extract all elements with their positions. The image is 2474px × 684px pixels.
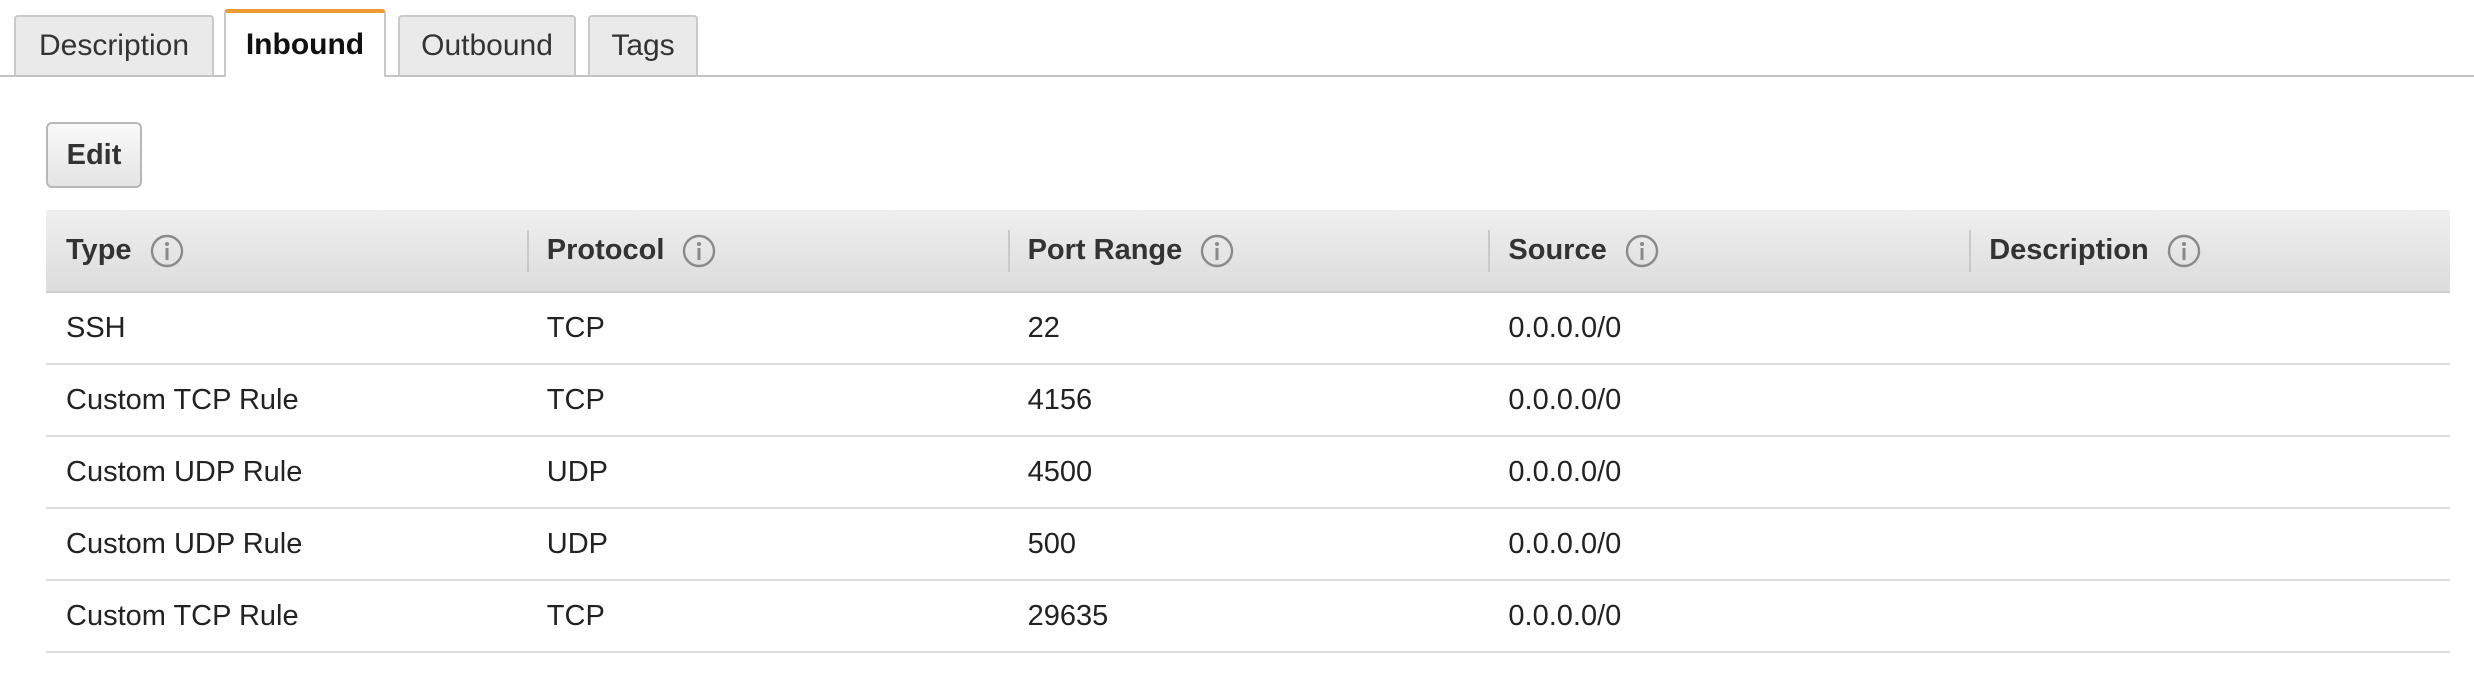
cell-description [1969, 509, 2450, 579]
table-row[interactable]: Custom TCP Rule TCP 4156 0.0.0.0/0 [46, 365, 2450, 437]
cell-port-range: 29635 [1027, 599, 1109, 632]
cell-protocol: TCP [546, 383, 605, 416]
cell-type: Custom TCP Rule [66, 383, 299, 416]
cell-port-range: 4156 [1027, 383, 1093, 416]
tab-outbound[interactable]: Outbound [398, 15, 576, 75]
table-header: Type Protocol Port Range Source Descript… [46, 210, 2450, 293]
cell-port-range: 4500 [1027, 455, 1093, 488]
column-header-source[interactable]: Source [1488, 210, 1969, 291]
cell-source: 0.0.0.0/0 [1508, 311, 1622, 344]
column-header-port-range[interactable]: Port Range [1007, 210, 1489, 291]
cell-protocol: UDP [546, 455, 609, 488]
table-row[interactable]: SSH TCP 22 0.0.0.0/0 [46, 293, 2450, 365]
cell-port-range: 22 [1027, 311, 1060, 344]
cell-protocol: UDP [546, 527, 609, 560]
column-header-label: Type [66, 234, 132, 266]
info-icon[interactable] [1625, 234, 1659, 268]
table-row[interactable]: Custom UDP Rule UDP 4500 0.0.0.0/0 [46, 437, 2450, 509]
cell-description [1969, 365, 2450, 435]
cell-type: Custom UDP Rule [66, 527, 303, 560]
tab-tags[interactable]: Tags [588, 15, 698, 75]
cell-source: 0.0.0.0/0 [1508, 455, 1622, 488]
column-header-type[interactable]: Type [46, 210, 527, 291]
column-header-label: Protocol [546, 234, 665, 266]
inbound-rules-table: Type Protocol Port Range Source Descript… [46, 210, 2450, 653]
cell-description [1969, 293, 2450, 363]
edit-button[interactable]: Edit [46, 122, 142, 188]
cell-protocol: TCP [546, 599, 605, 632]
cell-protocol: TCP [546, 311, 605, 344]
column-header-label: Port Range [1027, 234, 1183, 266]
info-icon[interactable] [1200, 234, 1234, 268]
table-row[interactable]: Custom UDP Rule UDP 500 0.0.0.0/0 [46, 509, 2450, 581]
info-icon[interactable] [682, 234, 716, 268]
cell-source: 0.0.0.0/0 [1508, 527, 1622, 560]
cell-description [1969, 581, 2450, 651]
column-header-label: Description [1989, 234, 2149, 266]
cell-type: Custom TCP Rule [66, 599, 299, 632]
cell-description [1969, 437, 2450, 507]
column-header-description[interactable]: Description [1969, 210, 2450, 291]
column-header-protocol[interactable]: Protocol [526, 210, 1008, 291]
cell-source: 0.0.0.0/0 [1508, 383, 1622, 416]
info-icon[interactable] [150, 234, 184, 268]
cell-type: SSH [66, 311, 126, 344]
info-icon[interactable] [2167, 234, 2201, 268]
tab-bar: Description Inbound Outbound Tags [0, 0, 2474, 77]
cell-type: Custom UDP Rule [66, 455, 303, 488]
tab-inbound[interactable]: Inbound [224, 9, 386, 77]
cell-port-range: 500 [1027, 527, 1076, 560]
table-row[interactable]: Custom TCP Rule TCP 29635 0.0.0.0/0 [46, 581, 2450, 653]
tab-description[interactable]: Description [14, 15, 214, 75]
column-header-label: Source [1508, 234, 1607, 266]
cell-source: 0.0.0.0/0 [1508, 599, 1622, 632]
